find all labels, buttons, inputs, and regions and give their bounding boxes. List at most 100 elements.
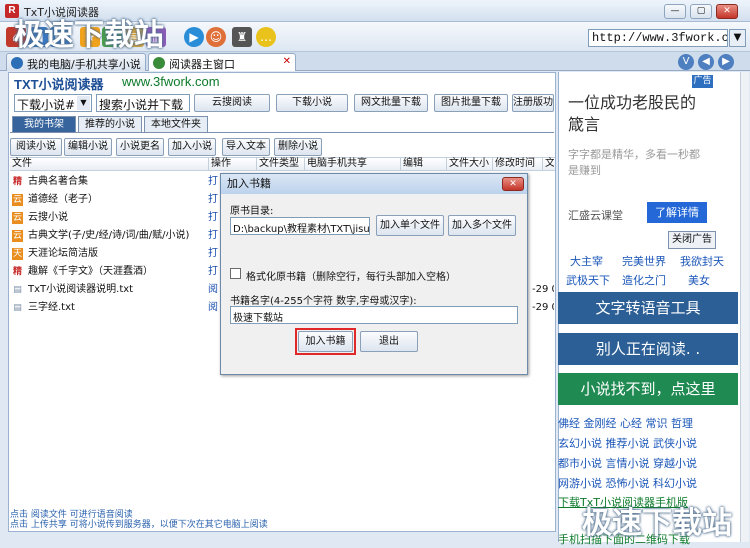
- site-link[interactable]: www.3fwork.com: [122, 74, 220, 89]
- novel-link[interactable]: 我欲封天: [680, 253, 724, 269]
- import-text-button[interactable]: 导入文本: [222, 138, 270, 156]
- tab-menu-button[interactable]: V: [678, 54, 694, 70]
- tab-my-shelf[interactable]: 我的书架: [12, 116, 76, 133]
- row-action[interactable]: 打: [208, 227, 218, 245]
- watermark-top: 极速下载站: [14, 18, 164, 53]
- novel-link[interactable]: 完美世界: [622, 253, 666, 269]
- add-novel-button[interactable]: 加入小说: [168, 138, 216, 156]
- maximize-button[interactable]: ▢: [690, 4, 712, 19]
- row-action[interactable]: 打: [208, 263, 218, 281]
- row-name: 道德经（老子）: [28, 194, 98, 205]
- category-link[interactable]: 心经: [620, 417, 642, 430]
- tab-left-button[interactable]: ◀: [698, 54, 714, 70]
- figure-icon[interactable]: ♜: [232, 27, 252, 47]
- globe-icon: [11, 57, 23, 69]
- category-link[interactable]: 言情小说: [606, 457, 650, 470]
- ad-subtitle: 字字都是精华，多看一秒都是赚到: [568, 148, 700, 177]
- category-link[interactable]: 都市小说: [558, 457, 602, 470]
- col-file[interactable]: 文件: [10, 157, 208, 171]
- row-action[interactable]: 打: [208, 191, 218, 209]
- cloud-read-button[interactable]: 云搜阅读: [194, 94, 270, 112]
- close-ad-button[interactable]: 关闭广告: [668, 231, 716, 249]
- batch-download-image-button[interactable]: 图片批量下载: [434, 94, 508, 112]
- row-date: -29 0: [532, 284, 554, 295]
- row-action[interactable]: 打: [208, 173, 218, 191]
- read-novel-button[interactable]: 阅读小说: [10, 138, 62, 156]
- ad-cta-button[interactable]: 了解详情: [647, 202, 707, 223]
- batch-download-text-button[interactable]: 网文批量下载: [354, 94, 428, 112]
- url-input[interactable]: http://www.3fwork.co: [588, 29, 728, 47]
- close-icon[interactable]: ✕: [283, 56, 291, 67]
- tab-label: 我的电脑/手机共享小说: [27, 58, 141, 71]
- format-label: 格式化原书籍（删除空行，每行头部加入空格）: [246, 272, 456, 283]
- cloud-icon: 云: [12, 230, 23, 242]
- person-icon[interactable]: ☺: [206, 27, 226, 47]
- category-link[interactable]: 科幻小说: [653, 477, 697, 490]
- register-button[interactable]: 注册版功: [512, 94, 554, 112]
- close-button[interactable]: ✕: [716, 4, 738, 19]
- category-link[interactable]: 推荐小说: [606, 437, 650, 450]
- tab-shared-novels[interactable]: 我的电脑/手机共享小说: [6, 53, 146, 71]
- row-action[interactable]: 打: [208, 245, 218, 263]
- source-dir-input[interactable]: D:\backup\教程素材\TXT\jisux: [230, 217, 370, 235]
- col-operation[interactable]: 操作: [208, 157, 256, 171]
- category-link[interactable]: 佛经: [558, 417, 580, 430]
- novel-link[interactable]: 武极天下: [566, 272, 610, 288]
- category-link[interactable]: 金刚经: [584, 417, 617, 430]
- col-size[interactable]: 文件大小: [446, 157, 492, 171]
- novel-link[interactable]: 美女: [688, 272, 710, 288]
- novel-link[interactable]: 大主宰: [570, 253, 603, 269]
- row-action[interactable]: 打: [208, 209, 218, 227]
- search-mode-value: 下载小说#: [17, 98, 76, 112]
- tab-recommended[interactable]: 推荐的小说: [78, 116, 142, 133]
- rename-novel-button[interactable]: 小说更名: [116, 138, 164, 156]
- media-icon[interactable]: ▶: [184, 27, 204, 47]
- add-multiple-files-button[interactable]: 加入多个文件: [448, 215, 516, 236]
- category-link[interactable]: 哲理: [671, 417, 693, 430]
- novel-link[interactable]: 造化之门: [622, 272, 666, 288]
- book-name-input[interactable]: 极速下载站: [230, 306, 518, 324]
- tts-tool-button[interactable]: 文字转语音工具: [558, 292, 738, 324]
- chat-icon[interactable]: …: [256, 27, 276, 47]
- delete-novel-button[interactable]: 删除小说: [274, 138, 322, 156]
- cloud-icon: 云: [12, 212, 23, 224]
- row-action[interactable]: 阅: [208, 281, 218, 299]
- col-filetype[interactable]: 文件类型: [256, 157, 304, 171]
- novel-not-found-button[interactable]: 小说找不到，点这里: [558, 373, 738, 405]
- minimize-button[interactable]: —: [664, 4, 686, 19]
- col-share[interactable]: 电脑手机共享: [304, 157, 400, 171]
- exit-button[interactable]: 退出: [360, 331, 418, 352]
- ad-scrollbar[interactable]: [740, 72, 749, 542]
- dialog-title: 加入书籍: [221, 174, 527, 194]
- add-single-file-button[interactable]: 加入单个文件: [376, 215, 444, 236]
- featured-icon: 精: [12, 267, 22, 277]
- category-link[interactable]: 武侠小说: [653, 437, 697, 450]
- category-link[interactable]: 穿越小说: [653, 457, 697, 470]
- category-link[interactable]: 玄幻小说: [558, 437, 602, 450]
- dialog-close-button[interactable]: ✕: [502, 177, 524, 191]
- source-dir-label: 原书目录:: [230, 206, 274, 217]
- search-input[interactable]: 搜索小说并下载: [96, 94, 190, 112]
- category-link[interactable]: 网游小说: [558, 477, 602, 490]
- row-name: 天涯论坛简洁版: [28, 248, 98, 259]
- col-modified[interactable]: 修改时间: [492, 157, 542, 171]
- row-name: 古典名著合集: [28, 176, 88, 187]
- search-mode-select[interactable]: 下载小说# ▼: [14, 94, 92, 112]
- others-reading-button[interactable]: 别人正在阅读. .: [558, 333, 738, 365]
- url-dropdown-button[interactable]: ▼: [729, 29, 746, 47]
- category-link[interactable]: 常识: [646, 417, 668, 430]
- edit-novel-button[interactable]: 编辑小说: [64, 138, 112, 156]
- format-checkbox[interactable]: [230, 268, 241, 279]
- download-novel-button[interactable]: 下载小说: [276, 94, 348, 112]
- tab-right-button[interactable]: ▶: [718, 54, 734, 70]
- row-action[interactable]: 阅: [208, 299, 218, 317]
- cloud-icon: 云: [12, 194, 23, 206]
- ad-title[interactable]: 一位成功老股民的箴言: [568, 92, 708, 136]
- tab-reader-main[interactable]: 阅读器主窗口 ✕: [148, 53, 296, 71]
- category-link[interactable]: 恐怖小说: [606, 477, 650, 490]
- chevron-down-icon: ▼: [77, 96, 90, 110]
- hint-line-1: 点击 阅读文件 可进行语音阅读: [10, 510, 133, 520]
- col-more[interactable]: 文: [542, 157, 554, 171]
- col-edit[interactable]: 编辑: [400, 157, 446, 171]
- tab-local-folder[interactable]: 本地文件夹: [144, 116, 208, 133]
